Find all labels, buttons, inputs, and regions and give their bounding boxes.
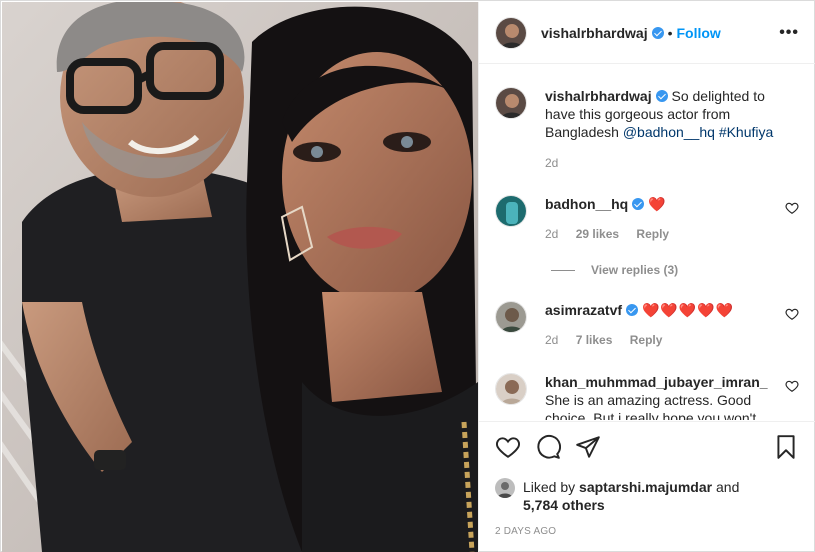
like-comment-heart-icon[interactable]	[785, 307, 799, 321]
verified-badge-icon	[626, 304, 639, 316]
hashtag-link[interactable]: #Khufiya	[719, 124, 773, 140]
post-timestamp[interactable]: 2 DAYS AGO	[495, 526, 799, 537]
selfie-image	[2, 2, 478, 552]
share-icon[interactable]	[575, 434, 601, 460]
author-avatar[interactable]	[495, 16, 527, 49]
comment-time[interactable]: 2d	[545, 333, 558, 347]
post-details-panel: vishalrbhardwaj • Follow ••• vishalrbhar…	[478, 2, 815, 552]
liked-by-section: Liked by saptarshi.majumdar and 5,784 ot…	[495, 478, 799, 514]
liker-username[interactable]: saptarshi.majumdar	[579, 479, 712, 495]
more-options-icon[interactable]: •••	[779, 24, 799, 42]
instagram-post-modal: vishalrbhardwaj • Follow ••• vishalrbhar…	[0, 0, 815, 552]
comment-likes[interactable]: 29 likes	[576, 227, 619, 241]
commenter-avatar[interactable]	[495, 195, 527, 227]
post-header: vishalrbhardwaj • Follow •••	[479, 2, 815, 64]
likes-count[interactable]: 5,784 others	[523, 497, 605, 513]
post-photo[interactable]	[2, 2, 478, 552]
mention-link[interactable]: @badhon__hq	[623, 124, 715, 140]
liked-by-and: and	[716, 479, 740, 495]
comment-item: asimrazatvf ❤️❤️❤️❤️❤️ 2d 7 likes Reply	[495, 301, 799, 347]
caption-username[interactable]: vishalrbhardwaj	[545, 88, 652, 104]
like-comment-heart-icon[interactable]	[785, 201, 799, 215]
like-comment-heart-icon[interactable]	[785, 379, 799, 393]
commenter-avatar[interactable]	[495, 373, 527, 405]
commenter-avatar[interactable]	[495, 301, 527, 333]
post-actions: Liked by saptarshi.majumdar and 5,784 ot…	[479, 421, 815, 552]
separator-dot: •	[667, 24, 673, 41]
liker-avatar[interactable]	[495, 478, 515, 498]
caption-time[interactable]: 2d	[545, 156, 558, 170]
view-replies-link[interactable]: View replies (3)	[551, 263, 678, 277]
comment-time[interactable]: 2d	[545, 227, 558, 241]
verified-badge-icon	[655, 90, 668, 102]
comments-list[interactable]: vishalrbhardwaj So delighted to have thi…	[479, 65, 815, 420]
commenter-username[interactable]: asimrazatvf	[545, 302, 622, 318]
action-icons	[495, 422, 799, 472]
caption-avatar[interactable]	[495, 87, 527, 119]
liked-by-prefix: Liked by	[523, 479, 576, 495]
comment-text: ❤️	[648, 196, 667, 212]
reply-button[interactable]: Reply	[636, 227, 669, 241]
replies-line	[551, 269, 575, 271]
verified-badge-icon	[651, 26, 664, 39]
comment-item: badhon__hq ❤️ 2d 29 likes Reply	[495, 195, 799, 241]
comment-item: khan_muhmmad_jubayer_imran_ She is an am…	[495, 373, 799, 420]
comment-text: ❤️❤️❤️❤️❤️	[641, 302, 735, 318]
verified-badge-icon	[632, 198, 645, 210]
author-username[interactable]: vishalrbhardwaj	[541, 25, 648, 41]
caption: vishalrbhardwaj So delighted to have thi…	[495, 87, 799, 170]
save-bookmark-icon[interactable]	[773, 434, 799, 460]
commenter-username[interactable]: khan_muhmmad_jubayer_imran_	[545, 374, 768, 390]
comment-text: She is an amazing actress. Good choice. …	[545, 392, 757, 420]
reply-button[interactable]: Reply	[630, 333, 663, 347]
like-heart-icon[interactable]	[495, 434, 521, 460]
comment-likes[interactable]: 7 likes	[576, 333, 613, 347]
comment-icon[interactable]	[535, 434, 561, 460]
view-replies-label: View replies (3)	[591, 263, 679, 277]
commenter-username[interactable]: badhon__hq	[545, 196, 628, 212]
follow-button[interactable]: Follow	[677, 25, 721, 41]
